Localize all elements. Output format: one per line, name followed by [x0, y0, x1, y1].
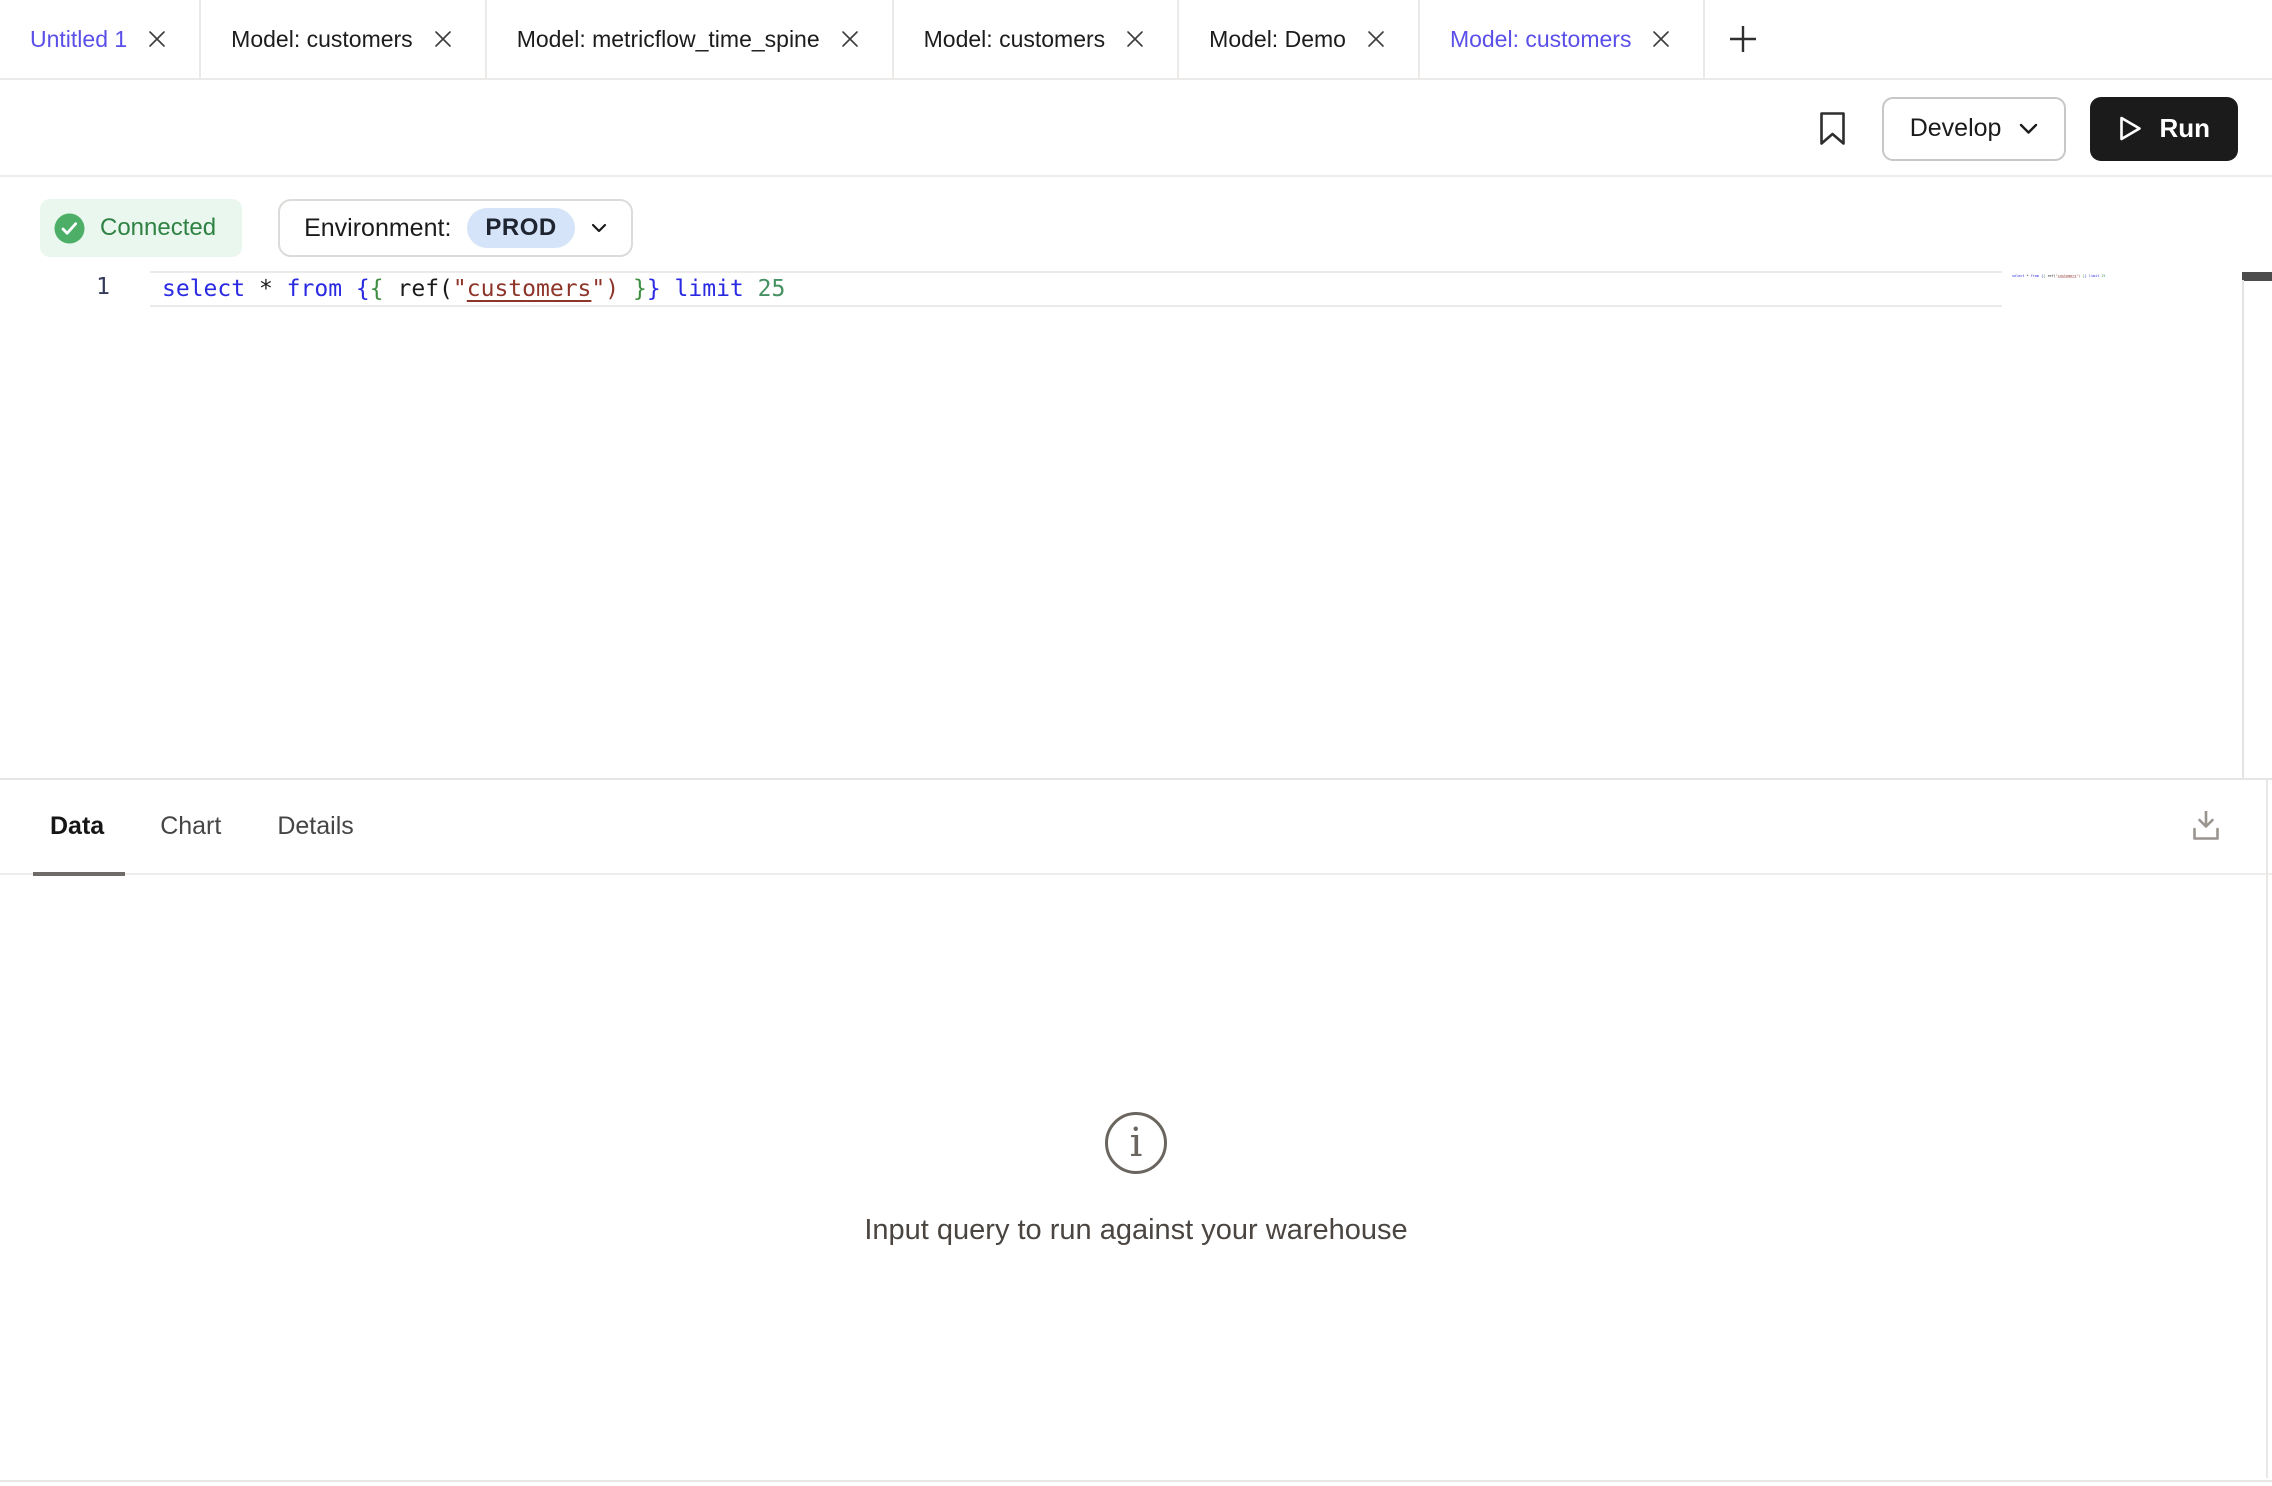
file-tab-2[interactable]: Model: metricflow_time_spine — [487, 0, 894, 78]
bottom-divider — [0, 1480, 2272, 1482]
scrollbar-thumb[interactable] — [2242, 272, 2272, 281]
develop-button-label: Develop — [1910, 114, 2002, 143]
empty-state: i Input query to run against your wareho… — [0, 1110, 2272, 1247]
scrollbar-track — [2242, 280, 2244, 778]
file-tab-1[interactable]: Model: customers — [201, 0, 487, 78]
svg-text:i: i — [1130, 1120, 1143, 1166]
active-line: select * from {{ ref("customers") }} lim… — [150, 271, 2002, 307]
results-tab-bar: Data Chart Details — [0, 780, 2272, 875]
tab-close-icon[interactable] — [1364, 27, 1388, 51]
tab-close-icon[interactable] — [145, 27, 169, 51]
minimap[interactable]: select * from {{ ref("customers") }} lim… — [2012, 274, 2112, 294]
environment-label: Environment: — [304, 214, 451, 243]
file-tab-4[interactable]: Model: Demo — [1179, 0, 1420, 78]
new-tab-button[interactable] — [1705, 0, 1781, 78]
results-tab-chart[interactable]: Chart — [160, 779, 221, 874]
results-tab-data[interactable]: Data — [50, 779, 104, 874]
tab-close-icon[interactable] — [1123, 27, 1147, 51]
file-tab-label: Model: metricflow_time_spine — [517, 26, 820, 53]
info-icon: i — [1103, 1110, 1169, 1176]
connected-label: Connected — [100, 214, 216, 242]
plus-icon — [1726, 22, 1760, 56]
file-tab-label: Model: customers — [924, 26, 1106, 53]
check-circle-icon — [54, 213, 85, 244]
file-tab-label: Model: Demo — [1209, 26, 1346, 53]
run-button-label: Run — [2159, 113, 2210, 144]
file-tab-0[interactable]: Untitled 1 — [0, 0, 201, 78]
file-tab-label: Untitled 1 — [30, 26, 127, 53]
develop-button[interactable]: Develop — [1882, 97, 2067, 161]
minimap-code: select * from {{ ref("customers") }} lim… — [2012, 274, 2027, 278]
download-icon — [2186, 806, 2226, 846]
chevron-down-icon — [591, 223, 607, 233]
toolbar: Develop Run — [0, 82, 2272, 177]
results-panel: Data Chart Details i Input query to run ag… — [0, 778, 2272, 1486]
tab-bar: Untitled 1 Model: customers Model: metricf… — [0, 0, 2272, 80]
empty-state-message: Input query to run against your warehous… — [864, 1214, 1407, 1247]
file-tab-5[interactable]: Model: customers — [1420, 0, 1706, 78]
line-number: 1 — [0, 274, 110, 300]
code-editor[interactable]: 1 select * from {{ ref("customers") }} l… — [0, 258, 2272, 778]
tab-close-icon[interactable] — [431, 27, 455, 51]
status-row: Connected Environment: PROD — [40, 199, 633, 257]
code-line[interactable]: select * from {{ ref("customers") }} lim… — [150, 276, 785, 302]
chevron-down-icon — [2019, 123, 2038, 135]
environment-value-badge: PROD — [467, 208, 574, 248]
file-tab-3[interactable]: Model: customers — [894, 0, 1180, 78]
results-tab-details[interactable]: Details — [277, 779, 353, 874]
environment-selector[interactable]: Environment: PROD — [278, 199, 633, 257]
bookmark-button[interactable] — [1819, 111, 1846, 146]
file-tab-label: Model: customers — [1450, 26, 1632, 53]
run-button[interactable]: Run — [2090, 97, 2238, 161]
bookmark-icon — [1819, 111, 1846, 146]
download-button[interactable] — [2186, 806, 2226, 846]
tab-close-icon[interactable] — [838, 27, 862, 51]
file-tab-label: Model: customers — [231, 26, 413, 53]
play-icon — [2118, 115, 2143, 142]
tab-close-icon[interactable] — [1649, 27, 1673, 51]
connection-status-badge: Connected — [40, 199, 242, 257]
app-window: Untitled 1 Model: customers Model: metricf… — [0, 0, 2272, 1486]
